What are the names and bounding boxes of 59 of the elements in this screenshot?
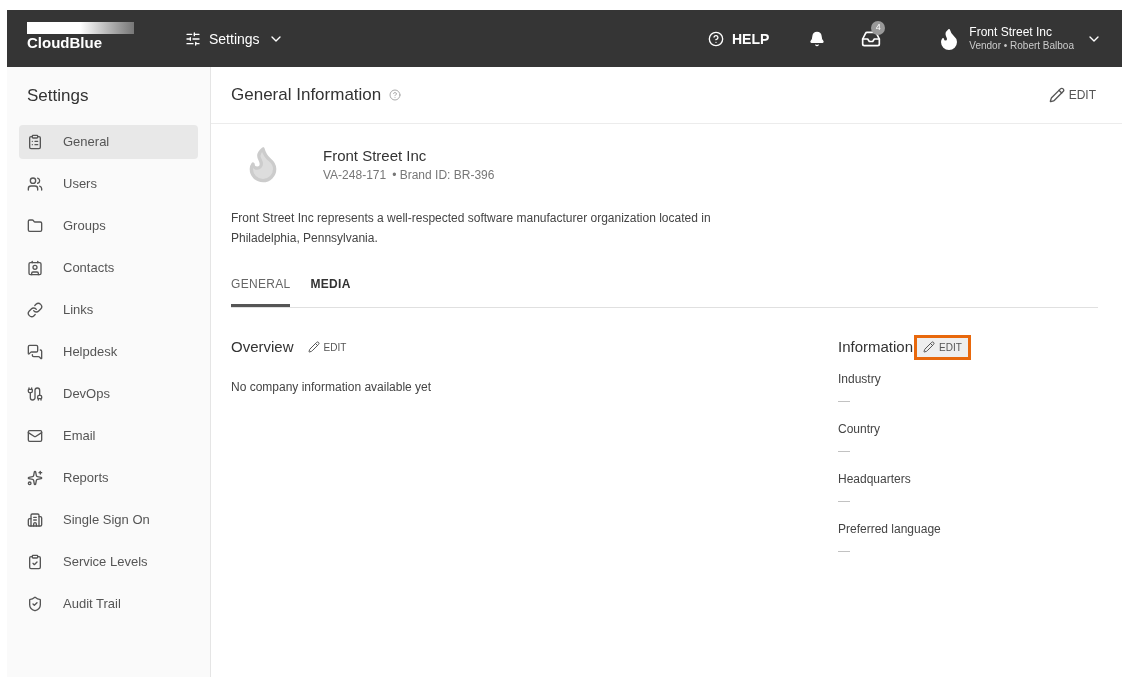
notification-badge: 4 [871, 20, 886, 35]
tab[interactable]: MEDIA [310, 276, 351, 307]
link-icon [27, 301, 43, 318]
overview-text: No company information available yet [231, 378, 433, 395]
contact-card-icon [27, 259, 43, 276]
sidebar-item[interactable]: Links [19, 292, 198, 327]
chat-icon [27, 343, 43, 360]
help-button[interactable]: HELP [707, 28, 770, 49]
page-title: General Information [231, 84, 382, 107]
sidebar-item[interactable]: General [19, 124, 198, 159]
sidebar-item[interactable]: Users [19, 166, 198, 201]
sidebar-item[interactable]: Audit Trail [19, 586, 198, 621]
building-icon [27, 511, 43, 528]
pencil-icon [923, 341, 936, 354]
company-description: Front Street Inc represents a well-respected software manufacturer organization located in Philadelphia, Pennsylvania. [231, 210, 712, 247]
sidebar-item[interactable]: Service Levels [19, 544, 198, 579]
clipboard-icon [27, 133, 43, 150]
users-icon [27, 175, 43, 192]
tab[interactable]: GENERAL [231, 276, 291, 307]
account-role: Vendor • Robert Balboa [969, 40, 1074, 53]
company-id: VA-248-171 [323, 167, 387, 184]
sidebar-item[interactable]: Contacts [19, 250, 198, 285]
section-title: Information [838, 337, 914, 357]
edit-button[interactable]: EDIT [917, 337, 968, 357]
sparkles-icon [27, 469, 43, 486]
edit-button[interactable]: EDIT [1042, 85, 1102, 105]
logo: CloudBlue [27, 22, 137, 55]
sidebar-item[interactable]: Email [19, 418, 198, 453]
field-label: Industry [838, 370, 882, 387]
sidebar-item[interactable]: DevOps [19, 376, 198, 411]
field-value: — [838, 492, 851, 509]
field-label: Country [838, 420, 882, 437]
field-value: — [838, 442, 851, 459]
brand-id: • Brand ID: BR-396 [392, 167, 495, 184]
bell-icon[interactable] [809, 30, 826, 47]
folder-icon [27, 217, 43, 234]
edit-button[interactable]: EDIT [301, 337, 353, 357]
section-title: Overview [231, 337, 294, 357]
sidebar-item[interactable]: Single Sign On [19, 502, 198, 537]
shield-icon [27, 595, 43, 612]
settings-menu[interactable]: Settings [185, 28, 284, 49]
sidebar-item[interactable]: Reports [19, 460, 198, 495]
sidebar-title: Settings [26, 85, 90, 107]
cable-icon [27, 385, 43, 402]
field-value: — [838, 392, 851, 409]
pencil-icon [1048, 87, 1065, 103]
sidebar-item[interactable]: Helpdesk [19, 334, 198, 369]
sliders-icon [185, 30, 201, 47]
pencil-icon [307, 341, 320, 354]
clipboard-check-icon [27, 553, 43, 570]
help-icon [389, 89, 402, 101]
field-label: Preferred language [838, 520, 942, 537]
account-name: Front Street Inc [969, 24, 1053, 41]
sidebar-item[interactable]: Groups [19, 208, 198, 243]
company-name: Front Street Inc [323, 145, 428, 166]
help-icon [707, 30, 724, 47]
field-label: Headquarters [838, 470, 912, 487]
field-value: — [838, 542, 851, 559]
mail-icon [27, 427, 43, 444]
